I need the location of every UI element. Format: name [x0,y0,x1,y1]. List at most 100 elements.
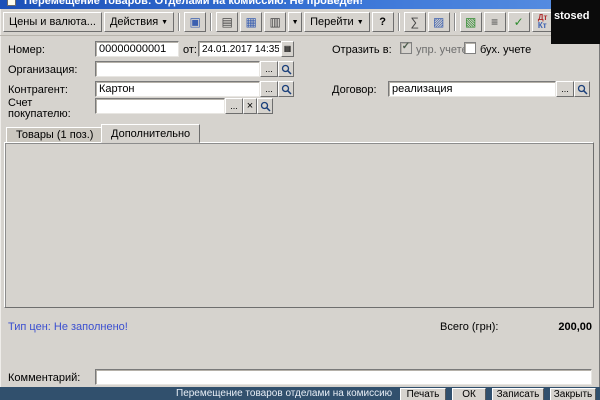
ellipsis-icon: ... [561,83,569,95]
window-titlebar: Перемещение товаров: Отделами на комисси… [0,0,600,9]
goto-label: Перейти [310,16,354,28]
organization-input[interactable] [95,61,260,77]
upr-checkbox[interactable]: ✓ [400,42,412,54]
calendar-button[interactable]: ▦ [281,41,294,57]
print-icon: ▨ [433,16,444,28]
print-button-label: Печать [407,389,440,400]
tab-goods[interactable]: Товары (1 поз.) [6,127,103,143]
bottom-command-bar: Перемещение товаров отделами на комиссию… [0,387,600,400]
chevron-down-icon: ▼ [357,19,364,26]
reflect-label: Отразить в: [332,44,392,56]
clear-icon: × [247,100,253,112]
contract-label: Договор: [332,84,377,96]
checkmark-icon: ✓ [402,42,410,52]
close-button-label: Закрыть [554,389,593,400]
copy-icon: ▣ [189,16,200,28]
window-title: Перемещение товаров: Отделами на комисси… [24,0,363,7]
ellipsis-icon: ... [265,83,273,95]
window-icon [7,0,16,6]
copy-button[interactable]: ▣ [184,12,206,32]
structure-icon: ▦ [245,16,256,28]
print-button[interactable]: Печать [400,388,446,400]
related-icon: ▧ [465,16,476,28]
report-button[interactable]: ∑ [404,12,426,32]
toolbar-separator [210,13,212,31]
buh-checkbox-label: бух. учете [480,44,531,56]
report-icon: ∑ [410,16,419,28]
organization-select-button[interactable]: ... [260,61,278,77]
check-button[interactable]: ✓ [508,12,530,32]
save-button-label: Записать [497,389,540,400]
total-label: Всего (грн): [440,321,499,333]
date-label: от: [183,44,197,56]
dtkt-icon: Дт Кт [538,14,548,30]
ellipsis-icon: ... [265,63,273,75]
toolbar-separator [454,13,456,31]
chevron-down-icon: ▼ [292,19,299,26]
price-type-hint[interactable]: Тип цен: Не заполнено! [8,321,128,333]
related-docs-button[interactable]: ▧ [460,12,482,32]
tab-goods-label: Товары (1 поз.) [16,129,93,141]
kt-label: Кт [538,22,548,30]
organization-label: Организация: [8,64,77,76]
contragent-input[interactable] [95,81,260,97]
additional-tab-panel [4,142,594,308]
upr-checkbox-label: упр. учете [416,44,468,56]
overlay-corner-block: stosed [551,0,600,44]
calendar-icon: ▦ [284,43,292,55]
invoice-select-button[interactable]: ... [225,98,243,114]
total-value: 200,00 [510,321,592,333]
goto-button[interactable]: Перейти ▼ [304,12,370,32]
magnifier-icon [281,64,292,75]
ok-button[interactable]: ОК [452,388,486,400]
contract-open-button[interactable] [574,81,590,97]
check-icon: ✓ [514,16,524,28]
toolbar-separator [398,13,400,31]
reread-button[interactable]: ▤ [216,12,238,32]
invoice-input[interactable] [95,98,225,114]
organization-open-button[interactable] [278,61,294,77]
magnifier-icon [260,101,271,112]
prices-currency-button[interactable]: Цены и валюта... [3,12,102,32]
number-input[interactable] [95,41,179,57]
actions-label: Действия [110,16,158,28]
prices-currency-label: Цены и валюта... [9,16,96,28]
list-icon: ≡ [491,16,498,28]
magnifier-icon [281,84,292,95]
more-actions-button[interactable]: ▼ [288,12,302,32]
comment-input[interactable] [95,369,592,385]
contragent-select-button[interactable]: ... [260,81,278,97]
invoice-label: Счет покупателю: [8,98,90,120]
tab-additional-label: Дополнительно [111,128,190,140]
list-button[interactable]: ≡ [484,12,506,32]
command-toolbar: Цены и валюта... Действия ▼ ▣ ▤ ▦ ▥ ▼ Пе… [0,9,600,36]
movements-button[interactable]: ▥ [264,12,286,32]
help-button[interactable]: ? [372,12,394,32]
invoice-clear-button[interactable]: × [243,98,257,114]
structure-button[interactable]: ▦ [240,12,262,32]
toolbar-separator [178,13,180,31]
contract-select-button[interactable]: ... [556,81,574,97]
save-button[interactable]: Записать [492,388,544,400]
magnifier-icon [577,84,588,95]
ellipsis-icon: ... [230,100,238,112]
invoice-open-button[interactable] [257,98,273,114]
chevron-down-icon: ▼ [161,19,168,26]
print-form-button[interactable]: ▨ [428,12,450,32]
bottom-bar-caption: Перемещение товаров отделами на комиссию [176,388,392,399]
help-icon: ? [379,16,386,28]
number-label: Номер: [8,44,45,56]
date-input[interactable] [198,41,294,57]
actions-button[interactable]: Действия ▼ [104,12,174,32]
close-button[interactable]: Закрыть [550,388,596,400]
ok-button-label: ОК [462,389,476,400]
tab-additional[interactable]: Дополнительно [101,124,200,143]
contragent-label: Контрагент: [8,84,68,96]
buh-checkbox[interactable] [464,42,476,54]
contract-input[interactable] [388,81,556,97]
document-window: Перемещение товаров: Отделами на комисси… [0,0,600,400]
comment-label: Комментарий: [8,372,80,384]
reread-icon: ▤ [221,16,232,28]
contragent-open-button[interactable] [278,81,294,97]
movements-icon: ▥ [269,16,280,28]
